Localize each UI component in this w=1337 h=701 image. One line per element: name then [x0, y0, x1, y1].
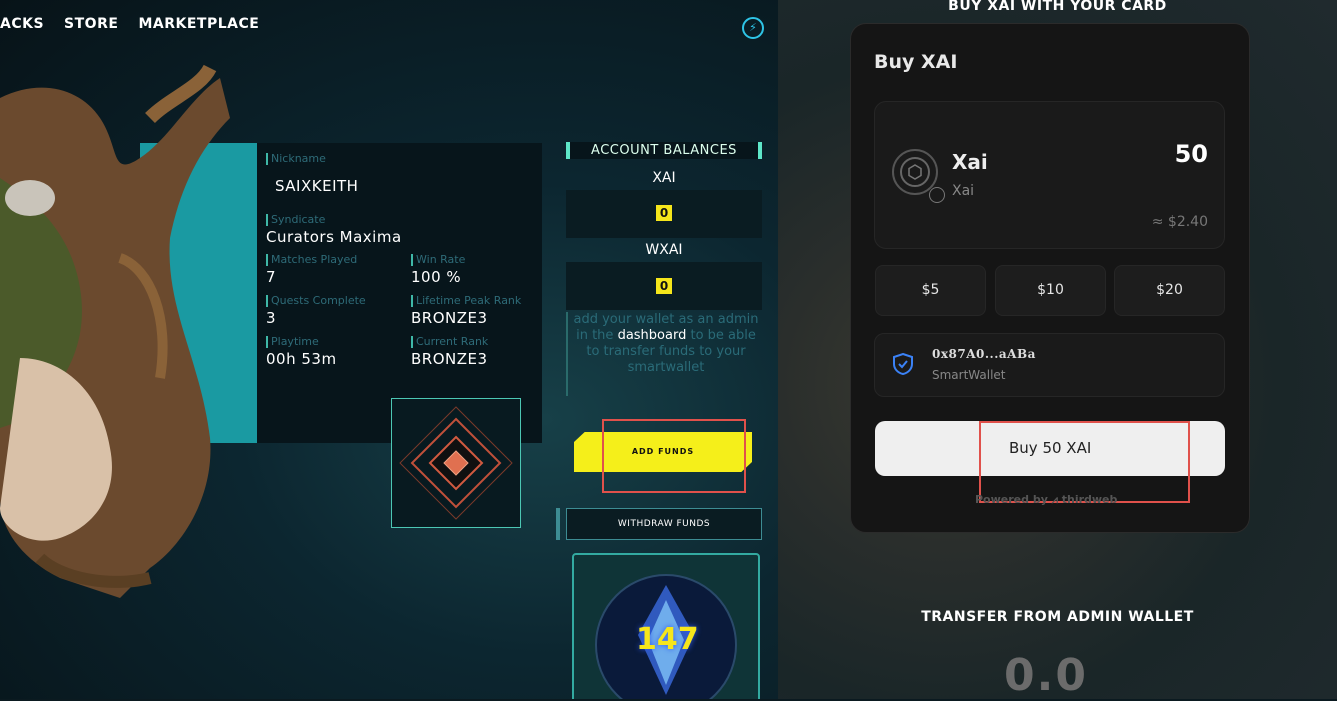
withdraw-funds-button[interactable]: WITHDRAW FUNDS [566, 508, 762, 540]
peak-rank-label: Lifetime Peak Rank [411, 295, 521, 307]
powered-by-label: Powered by ⩘ thirdweb [975, 493, 1118, 506]
nickname-label: Nickname [266, 153, 326, 165]
dashboard-link[interactable]: dashboard [618, 328, 687, 343]
current-rank-value: BRONZE3 [411, 350, 488, 368]
syndicate-value: Curators Maxima [266, 228, 402, 246]
nickname-value: SAIXKEITH [275, 177, 359, 195]
chain-icon [929, 187, 945, 203]
quests-label: Quests Complete [266, 295, 366, 307]
account-balances-header: ACCOUNT BALANCES [566, 142, 762, 159]
xai-balance-label: XAI [652, 170, 676, 186]
annotation-highlight [602, 419, 746, 493]
rank-emblem [391, 398, 521, 528]
annotation-highlight [979, 421, 1190, 503]
wallet-type: SmartWallet [932, 368, 1006, 382]
bolt-icon[interactable]: ⚡ [742, 17, 764, 39]
character-illustration [0, 64, 230, 598]
playtime-value: 00h 53m [266, 350, 337, 368]
wallet-selector[interactable] [874, 333, 1225, 397]
matches-label: Matches Played [266, 254, 357, 266]
rank-diamond-icon [399, 406, 513, 520]
token-amount-value[interactable]: 50 [1150, 140, 1208, 168]
card-number: 147 [636, 622, 699, 657]
current-rank-label: Current Rank [411, 336, 488, 348]
matches-value: 7 [266, 268, 277, 286]
shield-check-icon [893, 353, 913, 375]
token-usd-value: ≈ $2.40 [1151, 214, 1208, 230]
game-dashboard: ACKS STORE MARKETPLACE ⚡ Nickname SAIXKE… [0, 0, 778, 699]
wxai-balance-label: WXAI [645, 242, 683, 258]
nav-item-marketplace[interactable]: MARKETPLACE [138, 16, 259, 32]
winrate-label: Win Rate [411, 254, 465, 266]
top-nav: ACKS STORE MARKETPLACE [0, 16, 259, 32]
peak-rank-value: BRONZE3 [411, 309, 488, 327]
transfer-heading: TRANSFER FROM ADMIN WALLET [921, 609, 1194, 625]
buy-xai-heading: BUY XAI WITH YOUR CARD [948, 0, 1167, 14]
playtime-label: Playtime [266, 336, 319, 348]
nav-item-packs[interactable]: ACKS [0, 16, 44, 32]
nav-item-store[interactable]: STORE [64, 16, 118, 32]
withdraw-accent [556, 508, 560, 540]
wallet-admin-note: add your wallet as an admin in the dashb… [566, 312, 764, 396]
wallet-address: 0x87A0...aABa [932, 347, 1036, 361]
preset-10-button[interactable]: $10 [995, 265, 1106, 316]
token-subtitle: Xai [952, 183, 975, 199]
transfer-amount: 0.0 [1004, 650, 1088, 701]
winrate-value: 100 % [411, 268, 462, 286]
xai-balance-value: 0 [656, 205, 672, 221]
quests-value: 3 [266, 309, 277, 327]
syndicate-label: Syndicate [266, 214, 325, 226]
widget-title: Buy XAI [874, 51, 958, 73]
token-name: Xai [952, 150, 988, 174]
preset-5-button[interactable]: $5 [875, 265, 986, 316]
wxai-balance-value: 0 [656, 278, 672, 294]
preset-20-button[interactable]: $20 [1114, 265, 1225, 316]
